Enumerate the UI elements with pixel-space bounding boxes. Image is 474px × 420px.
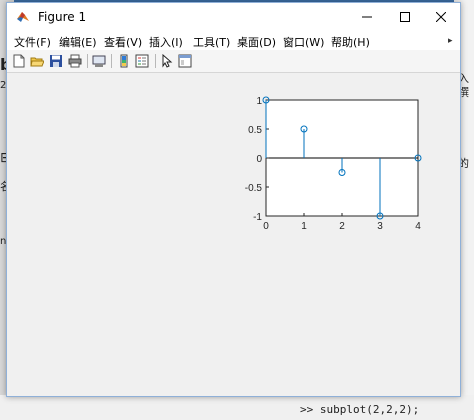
- close-icon: [436, 12, 446, 22]
- link-button[interactable]: [91, 53, 107, 69]
- menu-desktop[interactable]: 桌面(D): [237, 34, 276, 50]
- maximize-icon: [400, 12, 410, 22]
- y-tick-label: -1: [253, 212, 262, 223]
- menu-edit[interactable]: 编辑(E): [59, 34, 97, 50]
- menu-file[interactable]: 文件(F): [14, 34, 51, 50]
- minimize-icon: [362, 16, 372, 18]
- toolbar-separator: [111, 54, 112, 68]
- print-icon: [68, 54, 82, 68]
- pointer-icon: [162, 54, 173, 68]
- figure-window: Figure 1 文件(F) 编辑(E) 查看(V) 插入(I) 工具(T) 桌…: [6, 2, 461, 397]
- menu-view[interactable]: 查看(V): [104, 34, 142, 50]
- y-tick-label: 0: [256, 154, 262, 165]
- legend-icon: [135, 54, 149, 68]
- menu-insert[interactable]: 插入(I): [149, 34, 183, 50]
- matlab-logo-icon: [17, 12, 29, 22]
- title-bar[interactable]: Figure 1: [7, 3, 460, 31]
- close-button[interactable]: [423, 3, 459, 31]
- figure-canvas[interactable]: 0 1 2 3 4 1 0.5 0 -0.5 -1: [7, 73, 460, 396]
- x-tick-label: 4: [415, 221, 421, 232]
- new-figure-button[interactable]: [11, 53, 27, 69]
- menu-window[interactable]: 窗口(W): [283, 34, 324, 50]
- y-tick-label: 0.5: [248, 125, 262, 136]
- x-tick-label: 3: [377, 221, 383, 232]
- menu-overflow-icon[interactable]: ▸: [448, 36, 453, 46]
- property-editor-button[interactable]: [177, 53, 193, 69]
- y-tick-label: -0.5: [245, 183, 263, 194]
- minimize-button[interactable]: [349, 3, 385, 31]
- window-title: Figure 1: [38, 10, 87, 24]
- toolbar-separator: [155, 54, 156, 68]
- open-file-button[interactable]: [29, 53, 45, 69]
- menu-help[interactable]: 帮助(H): [331, 34, 370, 50]
- background-command-window: >> subplot(2,2,2);: [0, 395, 474, 420]
- command-text: >> subplot(2,2,2);: [300, 403, 420, 416]
- print-button[interactable]: [67, 53, 83, 69]
- x-tick-label: 0: [263, 221, 269, 232]
- colorbar-button[interactable]: [116, 53, 132, 69]
- figure-toolbar: [7, 50, 460, 73]
- save-button[interactable]: [48, 53, 64, 69]
- stem-plot-axes[interactable]: 0 1 2 3 4 1 0.5 0 -0.5 -1: [7, 73, 460, 396]
- x-tick-label: 1: [301, 221, 307, 232]
- x-tick-label: 2: [339, 221, 345, 232]
- y-tick-label: 1: [256, 96, 262, 107]
- menu-bar: 文件(F) 编辑(E) 查看(V) 插入(I) 工具(T) 桌面(D) 窗口(W…: [7, 31, 460, 50]
- save-icon: [50, 55, 62, 67]
- pointer-button[interactable]: [159, 53, 175, 69]
- link-icon: [92, 55, 106, 67]
- new-figure-icon: [13, 54, 25, 68]
- menu-tools[interactable]: 工具(T): [193, 34, 230, 50]
- maximize-button[interactable]: [387, 3, 423, 31]
- toolbar-separator: [87, 54, 88, 68]
- legend-button[interactable]: [134, 53, 150, 69]
- property-editor-icon: [178, 54, 192, 68]
- colorbar-icon: [120, 54, 128, 68]
- open-file-icon: [30, 57, 44, 67]
- y-ticks: 1 0.5 0 -0.5 -1: [245, 96, 269, 223]
